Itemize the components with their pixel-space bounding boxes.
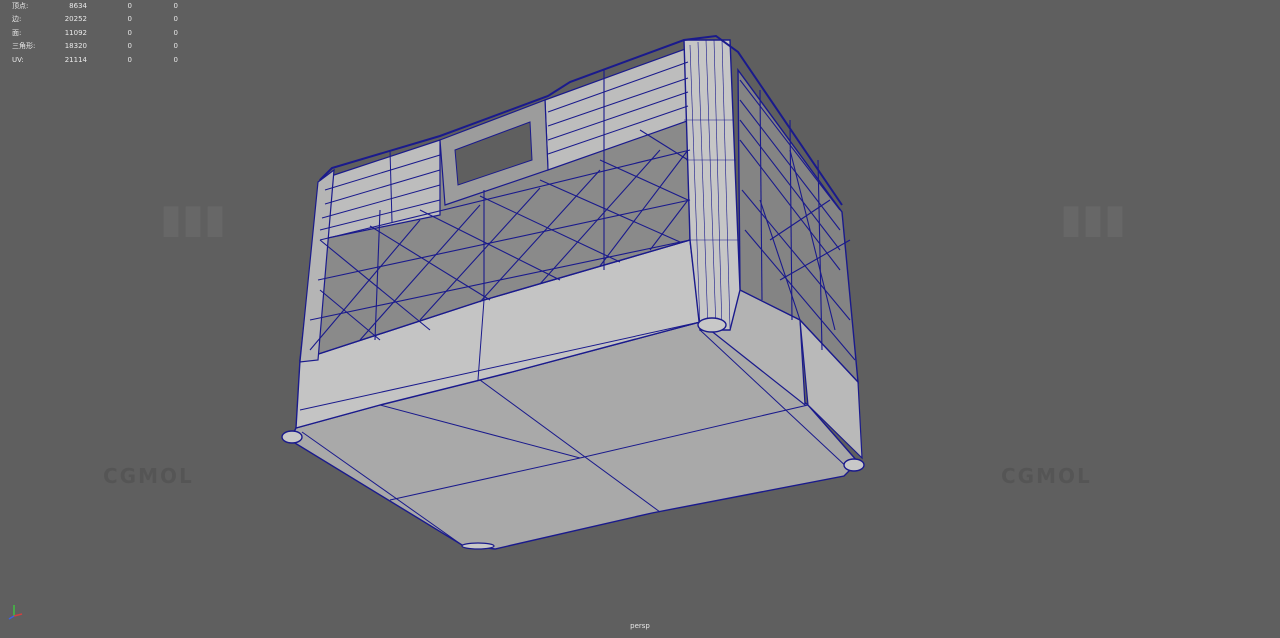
hud-label: 边:	[12, 15, 22, 24]
hud-value: 11092	[64, 28, 87, 37]
hud-row-triangles: 三角形: 18320 0 0	[12, 40, 178, 53]
xyz-axis-icon	[8, 605, 23, 620]
hud-value: 20252	[64, 15, 87, 24]
camera-label: persp	[630, 622, 650, 630]
hud-value: 0	[173, 15, 178, 24]
crate-wireframe-model[interactable]	[0, 0, 1280, 638]
hud-value: 0	[127, 2, 132, 10]
hud-value: 0	[173, 28, 178, 37]
hud-value: 18320	[64, 42, 87, 51]
hud-row-vertices: 顶点: 8634 0 0	[12, 0, 178, 13]
hud-value: 0	[127, 15, 132, 24]
hud-row-faces: 面: 11092 0 0	[12, 27, 178, 40]
hud-value: 0	[173, 42, 178, 51]
hud-value: 0	[127, 28, 132, 37]
hud-value: 8634	[69, 2, 87, 10]
hud-label: UV:	[12, 55, 24, 64]
hud-value: 0	[127, 55, 132, 64]
hud-value: 0	[127, 42, 132, 51]
hud-value: 21114	[64, 55, 87, 64]
hud-label: 三角形:	[12, 42, 36, 51]
maya-viewport[interactable]: CGMOL CGMOL CGMOL ▮▮▮ ▮▮▮	[0, 0, 1280, 638]
hud-row-edges: 边: 20252 0 0	[12, 13, 178, 26]
hud-value: 0	[173, 2, 178, 10]
hud-label: 顶点:	[12, 2, 29, 10]
hud-row-uvs: UV: 21114 0 0	[12, 54, 178, 67]
hud-label: 面:	[12, 28, 22, 37]
hud-value: 0	[173, 55, 178, 64]
poly-count-hud: 顶点: 8634 0 0 边: 20252 0 0 面: 11092 0 0 三…	[12, 0, 178, 67]
